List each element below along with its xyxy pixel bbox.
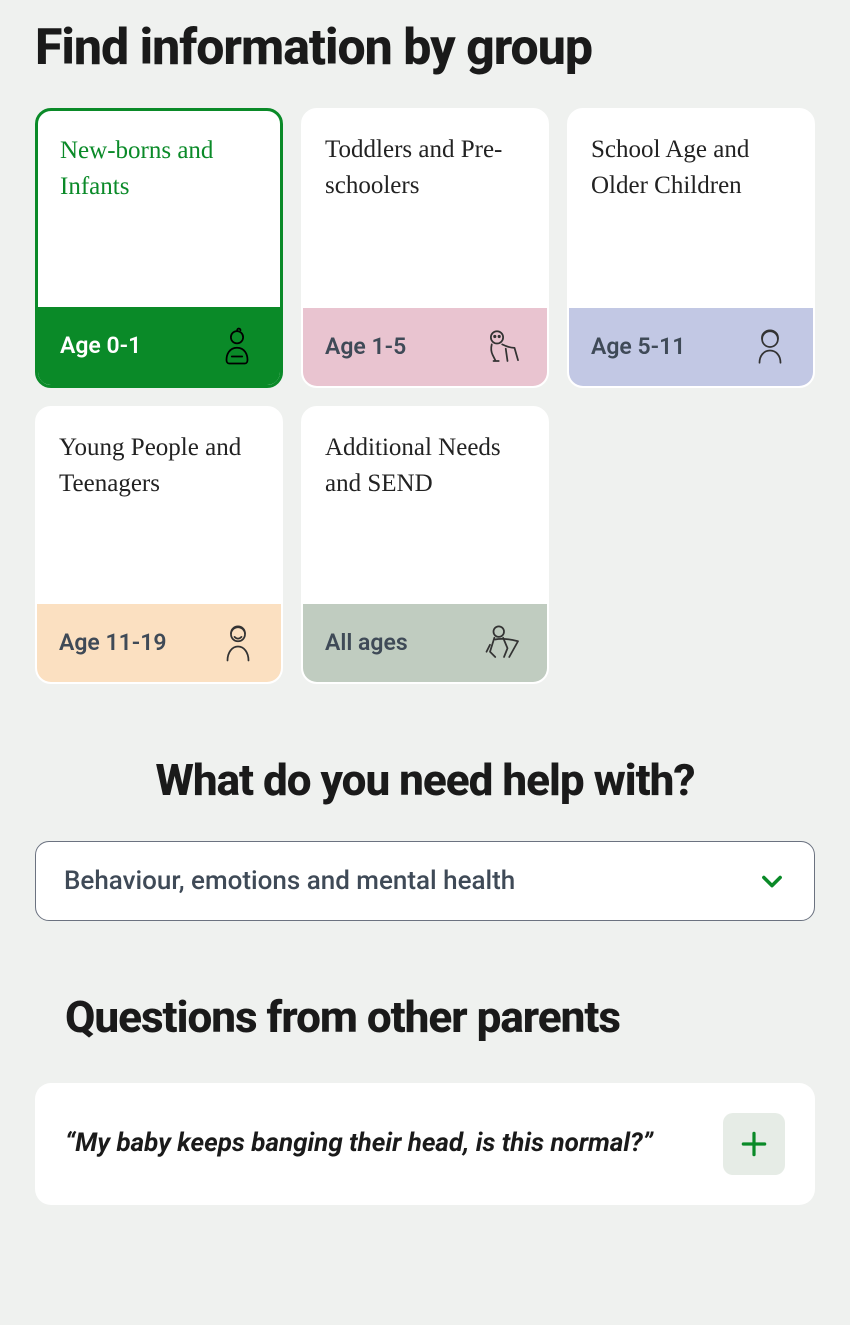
group-card[interactable]: Young People and Teenagers Age 11-19	[35, 406, 283, 684]
question-accordion-item[interactable]: “My baby keeps banging their head, is th…	[35, 1083, 815, 1205]
group-card-age: Age 5-11	[591, 333, 685, 360]
child-icon	[749, 326, 791, 368]
chevron-down-icon	[758, 867, 786, 895]
group-card[interactable]: Additional Needs and SEND All ages	[301, 406, 549, 684]
group-card-title: Young People and Teenagers	[59, 430, 259, 503]
question-text: “My baby keeps banging their head, is th…	[65, 1126, 693, 1161]
help-topic-dropdown[interactable]: Behaviour, emotions and mental health	[35, 841, 815, 921]
baby-icon	[216, 325, 258, 367]
group-card[interactable]: School Age and Older Children Age 5-11	[567, 108, 815, 388]
help-heading: What do you need help with?	[35, 754, 815, 806]
plus-icon	[738, 1128, 770, 1160]
group-card-age: Age 1-5	[325, 333, 406, 360]
dropdown-selected-label: Behaviour, emotions and mental health	[64, 866, 515, 896]
group-card-age: Age 11-19	[59, 629, 167, 656]
group-card[interactable]: Toddlers and Pre-schoolers Age 1-5	[301, 108, 549, 388]
toddler-icon	[483, 326, 525, 368]
group-card-title: New-borns and Infants	[60, 133, 258, 206]
superhero-icon	[483, 622, 525, 664]
group-card-grid: New-borns and Infants Age 0-1 Toddlers and…	[35, 108, 815, 684]
questions-heading: Questions from other parents	[35, 991, 815, 1043]
group-card-title: School Age and Older Children	[591, 132, 791, 205]
teen-icon	[217, 622, 259, 664]
group-card-title: Additional Needs and SEND	[325, 430, 525, 503]
page-title: Find information by group	[35, 20, 815, 78]
group-card-age: All ages	[325, 629, 408, 656]
expand-button[interactable]	[723, 1113, 785, 1175]
group-card-age: Age 0-1	[60, 332, 141, 359]
group-card-title: Toddlers and Pre-schoolers	[325, 132, 525, 205]
group-card[interactable]: New-borns and Infants Age 0-1	[35, 108, 283, 388]
